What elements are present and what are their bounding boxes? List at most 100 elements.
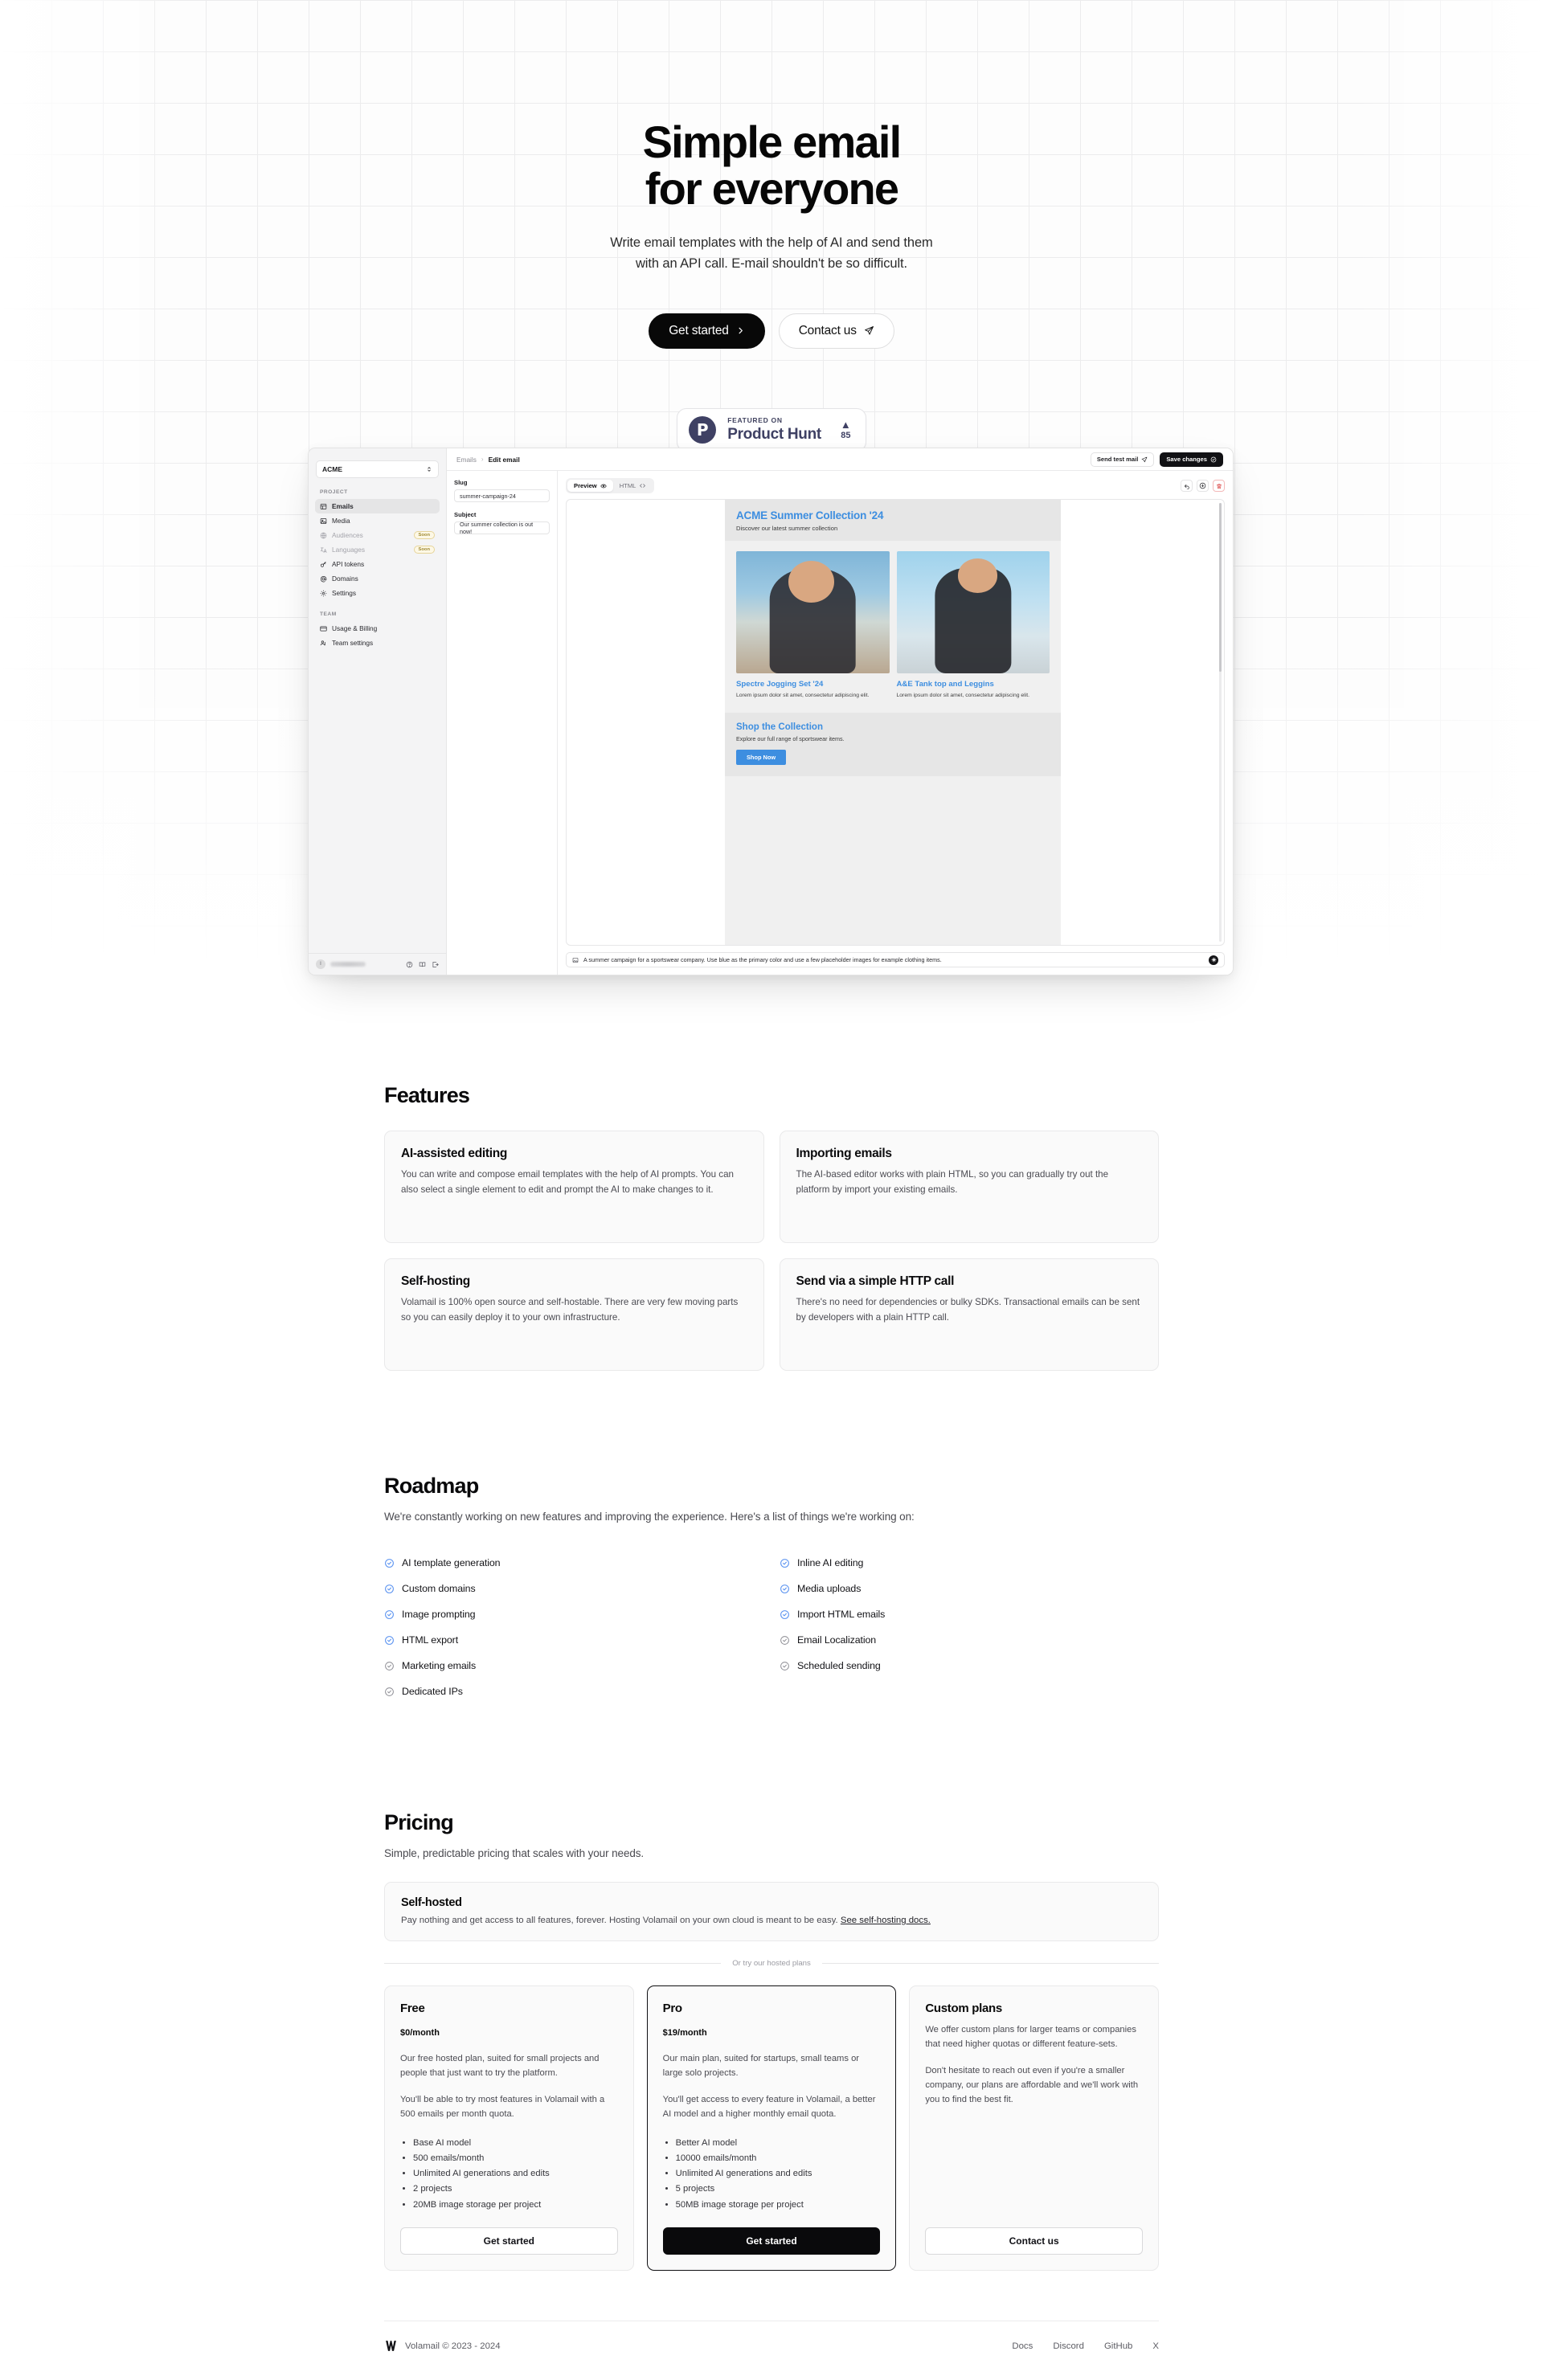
- footer-link-x[interactable]: X: [1152, 2341, 1159, 2351]
- plan-feature: 10000 emails/month: [676, 2151, 881, 2166]
- logout-icon[interactable]: [432, 961, 439, 968]
- ai-prompt-bar[interactable]: A summer campaign for a sportswear compa…: [566, 952, 1225, 967]
- save-changes-button[interactable]: Save changes: [1160, 452, 1223, 467]
- contact-us-button[interactable]: Contact us: [778, 313, 894, 349]
- hero-subtitle-line-2: with an API call. E-mail shouldn't be so…: [635, 256, 907, 272]
- roadmap-item: Email Localization: [780, 1627, 1159, 1653]
- product-hunt-badge-wrapper: P FEATURED ON Product Hunt ▲ 85: [0, 407, 1543, 452]
- plan-feature: 500 emails/month: [413, 2151, 618, 2166]
- roadmap-item: Media uploads: [780, 1576, 1159, 1601]
- check-circle-icon: [385, 1584, 394, 1593]
- delete-button[interactable]: [1213, 480, 1225, 492]
- breadcrumb-root[interactable]: Emails: [456, 456, 477, 464]
- plan-feature: 50MB image storage per project: [676, 2198, 881, 2213]
- sidebar-item-languages[interactable]: Languages Soon: [315, 542, 440, 557]
- app-screenshot: ACME PROJECT Emails Media Audiences Soon: [308, 448, 1234, 975]
- email-meta-form: Slug summer-campaign-24 Subject Our summ…: [447, 471, 558, 975]
- product-hunt-kicker: FEATURED ON: [727, 416, 783, 425]
- features-heading: Features: [384, 1083, 470, 1107]
- sidebar-item-media[interactable]: Media: [315, 513, 440, 528]
- landing-page: Simple email for everyone Write email te…: [0, 0, 1543, 2380]
- check-circle-icon: [385, 1609, 394, 1619]
- app-topbar: Emails › Edit email Send test mail Save …: [447, 448, 1233, 471]
- view-mode-tabs: Preview HTML: [566, 478, 655, 493]
- get-started-button[interactable]: Get started: [649, 313, 765, 349]
- product-hunt-badge[interactable]: P FEATURED ON Product Hunt ▲ 85: [677, 407, 866, 452]
- footer-copyright: Volamail © 2023 - 2024: [405, 2341, 501, 2351]
- site-footer: Volamail © 2023 - 2024 Docs Discord GitH…: [384, 2321, 1159, 2377]
- roadmap-item-label: Scheduled sending: [797, 1660, 881, 1671]
- undo-button[interactable]: [1181, 480, 1193, 492]
- subject-input[interactable]: Our summer collection is out now!: [454, 521, 550, 535]
- plan-paragraph-1: We offer custom plans for larger teams o…: [925, 2025, 1136, 2049]
- plan-name: Custom plans: [925, 2002, 1002, 2015]
- plan-paragraph-1: Our main plan, suited for startups, smal…: [662, 2054, 860, 2078]
- tab-html[interactable]: HTML: [613, 480, 653, 492]
- slug-input[interactable]: summer-campaign-24: [454, 489, 550, 502]
- roadmap-item-label: AI template generation: [402, 1557, 501, 1568]
- cloud-save-icon: [1199, 482, 1206, 489]
- help-icon[interactable]: [406, 961, 413, 968]
- hosted-plans-divider: Or try our hosted plans: [384, 1959, 1159, 1968]
- pricing-plans: Free $0/month Our free hosted plan, suit…: [384, 1985, 1159, 2272]
- sidebar-item-team-settings[interactable]: Team settings: [315, 636, 440, 650]
- upvote-arrow-icon: ▲: [840, 418, 851, 431]
- users-icon: [320, 640, 326, 645]
- sidebar-item-api-tokens[interactable]: API tokens: [315, 557, 440, 571]
- self-hosting-docs-link[interactable]: See self-hosting docs.: [841, 1916, 931, 1925]
- email-shop-now-button[interactable]: Shop Now: [736, 749, 787, 765]
- preview-scrollbar-thumb[interactable]: [1219, 503, 1222, 672]
- cloud-save-button[interactable]: [1197, 480, 1209, 492]
- check-circle-icon: [385, 1661, 394, 1670]
- sidebar-item-emails[interactable]: Emails: [315, 499, 440, 513]
- product-hunt-logo-icon: P: [689, 415, 717, 444]
- sidebar-item-domains[interactable]: Domains: [315, 571, 440, 586]
- subject-label: Subject: [454, 511, 477, 518]
- sidebar-item-audiences[interactable]: Audiences Soon: [315, 528, 440, 542]
- hero-subtitle: Write email templates with the help of A…: [0, 233, 1543, 274]
- paper-plane-icon: [1142, 456, 1148, 462]
- plan-cta-button[interactable]: Get started: [400, 2227, 618, 2255]
- plan-features: Base AI model 500 emails/month Unlimited…: [400, 2136, 618, 2213]
- self-hosted-title: Self-hosted: [401, 1896, 462, 1909]
- editor-toolbar: Preview HTML: [566, 478, 1225, 493]
- image-icon: [572, 957, 579, 963]
- ai-prompt-submit-button[interactable]: [1209, 955, 1218, 965]
- roadmap-item-label: HTML export: [402, 1634, 459, 1646]
- feature-title: Importing emails: [796, 1147, 893, 1160]
- preview-scrollbar[interactable]: [1219, 503, 1222, 942]
- feature-body: There's no need for dependencies or bulk…: [796, 1297, 1140, 1323]
- sidebar-group-label-project: PROJECT: [320, 489, 348, 495]
- project-switcher[interactable]: ACME: [316, 460, 439, 478]
- pricing-heading: Pricing: [384, 1810, 454, 1834]
- check-circle-icon: [385, 1635, 394, 1645]
- plan-feature: 2 projects: [413, 2182, 618, 2197]
- roadmap-item: AI template generation: [384, 1550, 763, 1576]
- send-test-mail-button[interactable]: Send test mail: [1090, 452, 1155, 467]
- undo-icon: [1184, 484, 1189, 489]
- footer-link-docs[interactable]: Docs: [1012, 2341, 1033, 2351]
- plan-cta-button[interactable]: Get started: [662, 2227, 881, 2255]
- roadmap-item: Import HTML emails: [780, 1601, 1159, 1627]
- volamail-logo-icon: [386, 2341, 396, 2351]
- sidebar-item-settings[interactable]: Settings: [315, 586, 440, 600]
- sidebar-item-usage-billing[interactable]: Usage & Billing: [315, 621, 440, 636]
- feature-body: Volamail is 100% open source and self-ho…: [401, 1297, 739, 1323]
- roadmap-item: Inline AI editing: [780, 1550, 1159, 1576]
- footer-link-github[interactable]: GitHub: [1104, 2341, 1132, 2351]
- tab-preview[interactable]: Preview: [567, 480, 613, 492]
- feature-title: Send via a simple HTTP call: [796, 1274, 955, 1288]
- product-desc: Lorem ipsum dolor sit amet, consectetur …: [736, 693, 870, 698]
- docs-icon[interactable]: [419, 961, 426, 968]
- pricing-subtitle: Simple, predictable pricing that scales …: [384, 1847, 645, 1859]
- footer-link-discord[interactable]: Discord: [1053, 2341, 1084, 2351]
- check-circle-icon: [385, 1558, 394, 1568]
- email-preview-canvas[interactable]: ACME Summer Collection '24 Discover our …: [566, 499, 1225, 946]
- features-grid: AI-assisted editing You can write and co…: [384, 1131, 1159, 1371]
- roadmap-item-label: Custom domains: [402, 1583, 476, 1594]
- send-test-mail-label: Send test mail: [1096, 456, 1139, 463]
- self-hosted-body: Pay nothing and get access to all featur…: [401, 1916, 841, 1925]
- plan-cta-button[interactable]: Contact us: [925, 2227, 1143, 2255]
- sidebar-item-label: Languages: [332, 546, 366, 554]
- save-changes-label: Save changes: [1166, 456, 1207, 463]
